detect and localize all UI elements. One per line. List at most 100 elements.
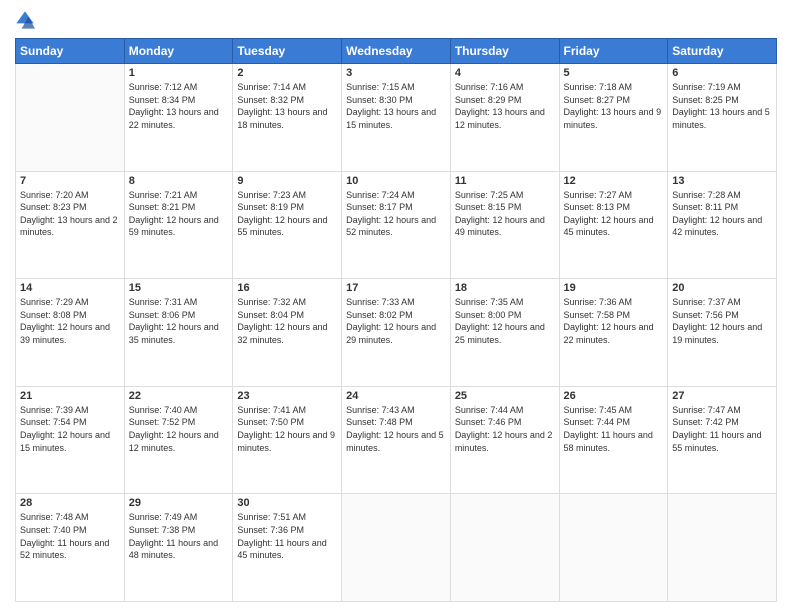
day-info: Sunrise: 7:29 AM Sunset: 8:08 PM Dayligh… <box>20 296 120 346</box>
calendar-cell: 25Sunrise: 7:44 AM Sunset: 7:46 PM Dayli… <box>450 386 559 494</box>
day-number: 28 <box>20 497 120 509</box>
day-info: Sunrise: 7:37 AM Sunset: 7:56 PM Dayligh… <box>672 296 772 346</box>
day-info: Sunrise: 7:15 AM Sunset: 8:30 PM Dayligh… <box>346 81 446 131</box>
day-number: 30 <box>237 497 337 509</box>
day-info: Sunrise: 7:31 AM Sunset: 8:06 PM Dayligh… <box>129 296 229 346</box>
week-row-0: 1 Sunrise: 7:12 AM Sunset: 8:34 PM Daylig… <box>16 64 777 172</box>
day-number: 3 <box>346 67 446 79</box>
day-number: 9 <box>237 175 337 187</box>
week-row-2: 14 Sunrise: 7:29 AM Sunset: 8:08 PM Dayli… <box>16 279 777 387</box>
day-info: Sunrise: 7:45 AM Sunset: 7:44 PM Dayligh… <box>564 404 664 454</box>
day-number: 26 <box>564 390 664 402</box>
weekday-header-thursday: Thursday <box>450 39 559 64</box>
calendar-cell: 1 Sunrise: 7:12 AM Sunset: 8:34 PM Daylig… <box>124 64 233 172</box>
logo-icon <box>15 10 35 30</box>
calendar-cell: 22Sunrise: 7:40 AM Sunset: 7:52 PM Dayli… <box>124 386 233 494</box>
day-number: 19 <box>564 282 664 294</box>
day-number: 12 <box>564 175 664 187</box>
weekday-header-saturday: Saturday <box>668 39 777 64</box>
day-info: Sunrise: 7:23 AM Sunset: 8:19 PM Dayligh… <box>237 189 337 239</box>
day-info: Sunrise: 7:36 AM Sunset: 7:58 PM Dayligh… <box>564 296 664 346</box>
calendar-cell: 15 Sunrise: 7:31 AM Sunset: 8:06 PM Dayli… <box>124 279 233 387</box>
day-number: 14 <box>20 282 120 294</box>
header <box>15 10 777 30</box>
calendar-cell: 8 Sunrise: 7:21 AM Sunset: 8:21 PM Daylig… <box>124 171 233 279</box>
day-number: 21 <box>20 390 120 402</box>
calendar-cell: 26 Sunrise: 7:45 AM Sunset: 7:44 PM Dayli… <box>559 386 668 494</box>
calendar-cell <box>342 494 451 602</box>
calendar-cell: 9 Sunrise: 7:23 AM Sunset: 8:19 PM Daylig… <box>233 171 342 279</box>
day-info: Sunrise: 7:27 AM Sunset: 8:13 PM Dayligh… <box>564 189 664 239</box>
day-number: 27 <box>672 390 772 402</box>
day-number: 11 <box>455 175 555 187</box>
day-info: Sunrise: 7:24 AM Sunset: 8:17 PM Dayligh… <box>346 189 446 239</box>
calendar-cell: 4Sunrise: 7:16 AM Sunset: 8:29 PM Daylig… <box>450 64 559 172</box>
calendar-cell: 19 Sunrise: 7:36 AM Sunset: 7:58 PM Dayli… <box>559 279 668 387</box>
day-info: Sunrise: 7:12 AM Sunset: 8:34 PM Dayligh… <box>129 81 229 131</box>
day-info: Sunrise: 7:41 AM Sunset: 7:50 PM Dayligh… <box>237 404 337 454</box>
day-number: 2 <box>237 67 337 79</box>
calendar: SundayMondayTuesdayWednesdayThursdayFrid… <box>15 38 777 602</box>
calendar-cell: 7 Sunrise: 7:20 AM Sunset: 8:23 PM Daylig… <box>16 171 125 279</box>
day-info: Sunrise: 7:44 AM Sunset: 7:46 PM Dayligh… <box>455 404 555 454</box>
day-number: 10 <box>346 175 446 187</box>
calendar-cell: 30 Sunrise: 7:51 AM Sunset: 7:36 PM Dayli… <box>233 494 342 602</box>
calendar-cell: 18Sunrise: 7:35 AM Sunset: 8:00 PM Dayli… <box>450 279 559 387</box>
day-number: 23 <box>237 390 337 402</box>
calendar-cell <box>450 494 559 602</box>
week-row-3: 21 Sunrise: 7:39 AM Sunset: 7:54 PM Dayli… <box>16 386 777 494</box>
day-info: Sunrise: 7:19 AM Sunset: 8:25 PM Dayligh… <box>672 81 772 131</box>
calendar-cell <box>668 494 777 602</box>
calendar-cell: 27 Sunrise: 7:47 AM Sunset: 7:42 PM Dayli… <box>668 386 777 494</box>
week-row-4: 28Sunrise: 7:48 AM Sunset: 7:40 PM Dayli… <box>16 494 777 602</box>
day-info: Sunrise: 7:28 AM Sunset: 8:11 PM Dayligh… <box>672 189 772 239</box>
calendar-cell: 21 Sunrise: 7:39 AM Sunset: 7:54 PM Dayli… <box>16 386 125 494</box>
calendar-cell: 24 Sunrise: 7:43 AM Sunset: 7:48 PM Dayli… <box>342 386 451 494</box>
day-info: Sunrise: 7:47 AM Sunset: 7:42 PM Dayligh… <box>672 404 772 454</box>
day-info: Sunrise: 7:51 AM Sunset: 7:36 PM Dayligh… <box>237 511 337 561</box>
weekday-header-tuesday: Tuesday <box>233 39 342 64</box>
calendar-cell: 28Sunrise: 7:48 AM Sunset: 7:40 PM Dayli… <box>16 494 125 602</box>
day-number: 20 <box>672 282 772 294</box>
day-info: Sunrise: 7:43 AM Sunset: 7:48 PM Dayligh… <box>346 404 446 454</box>
day-number: 22 <box>129 390 229 402</box>
day-info: Sunrise: 7:32 AM Sunset: 8:04 PM Dayligh… <box>237 296 337 346</box>
weekday-header-monday: Monday <box>124 39 233 64</box>
day-info: Sunrise: 7:39 AM Sunset: 7:54 PM Dayligh… <box>20 404 120 454</box>
weekday-header-sunday: Sunday <box>16 39 125 64</box>
calendar-cell: 5 Sunrise: 7:18 AM Sunset: 8:27 PM Daylig… <box>559 64 668 172</box>
calendar-cell: 3 Sunrise: 7:15 AM Sunset: 8:30 PM Daylig… <box>342 64 451 172</box>
weekday-header-row: SundayMondayTuesdayWednesdayThursdayFrid… <box>16 39 777 64</box>
calendar-cell: 13 Sunrise: 7:28 AM Sunset: 8:11 PM Dayli… <box>668 171 777 279</box>
calendar-cell <box>16 64 125 172</box>
calendar-cell: 20 Sunrise: 7:37 AM Sunset: 7:56 PM Dayli… <box>668 279 777 387</box>
day-info: Sunrise: 7:16 AM Sunset: 8:29 PM Dayligh… <box>455 81 555 131</box>
calendar-cell: 10 Sunrise: 7:24 AM Sunset: 8:17 PM Dayli… <box>342 171 451 279</box>
day-number: 7 <box>20 175 120 187</box>
day-info: Sunrise: 7:20 AM Sunset: 8:23 PM Dayligh… <box>20 189 120 239</box>
day-info: Sunrise: 7:25 AM Sunset: 8:15 PM Dayligh… <box>455 189 555 239</box>
day-number: 8 <box>129 175 229 187</box>
page: SundayMondayTuesdayWednesdayThursdayFrid… <box>0 0 792 612</box>
calendar-cell: 11 Sunrise: 7:25 AM Sunset: 8:15 PM Dayli… <box>450 171 559 279</box>
calendar-cell: 17 Sunrise: 7:33 AM Sunset: 8:02 PM Dayli… <box>342 279 451 387</box>
day-number: 17 <box>346 282 446 294</box>
calendar-cell: 29Sunrise: 7:49 AM Sunset: 7:38 PM Dayli… <box>124 494 233 602</box>
calendar-cell: 16Sunrise: 7:32 AM Sunset: 8:04 PM Dayli… <box>233 279 342 387</box>
day-number: 18 <box>455 282 555 294</box>
day-info: Sunrise: 7:33 AM Sunset: 8:02 PM Dayligh… <box>346 296 446 346</box>
day-number: 13 <box>672 175 772 187</box>
day-number: 1 <box>129 67 229 79</box>
weekday-header-wednesday: Wednesday <box>342 39 451 64</box>
day-number: 5 <box>564 67 664 79</box>
day-number: 29 <box>129 497 229 509</box>
calendar-cell: 23 Sunrise: 7:41 AM Sunset: 7:50 PM Dayli… <box>233 386 342 494</box>
day-number: 24 <box>346 390 446 402</box>
calendar-cell <box>559 494 668 602</box>
day-info: Sunrise: 7:21 AM Sunset: 8:21 PM Dayligh… <box>129 189 229 239</box>
day-info: Sunrise: 7:18 AM Sunset: 8:27 PM Dayligh… <box>564 81 664 131</box>
day-number: 15 <box>129 282 229 294</box>
calendar-cell: 2Sunrise: 7:14 AM Sunset: 8:32 PM Daylig… <box>233 64 342 172</box>
logo <box>15 10 39 30</box>
calendar-cell: 6Sunrise: 7:19 AM Sunset: 8:25 PM Daylig… <box>668 64 777 172</box>
